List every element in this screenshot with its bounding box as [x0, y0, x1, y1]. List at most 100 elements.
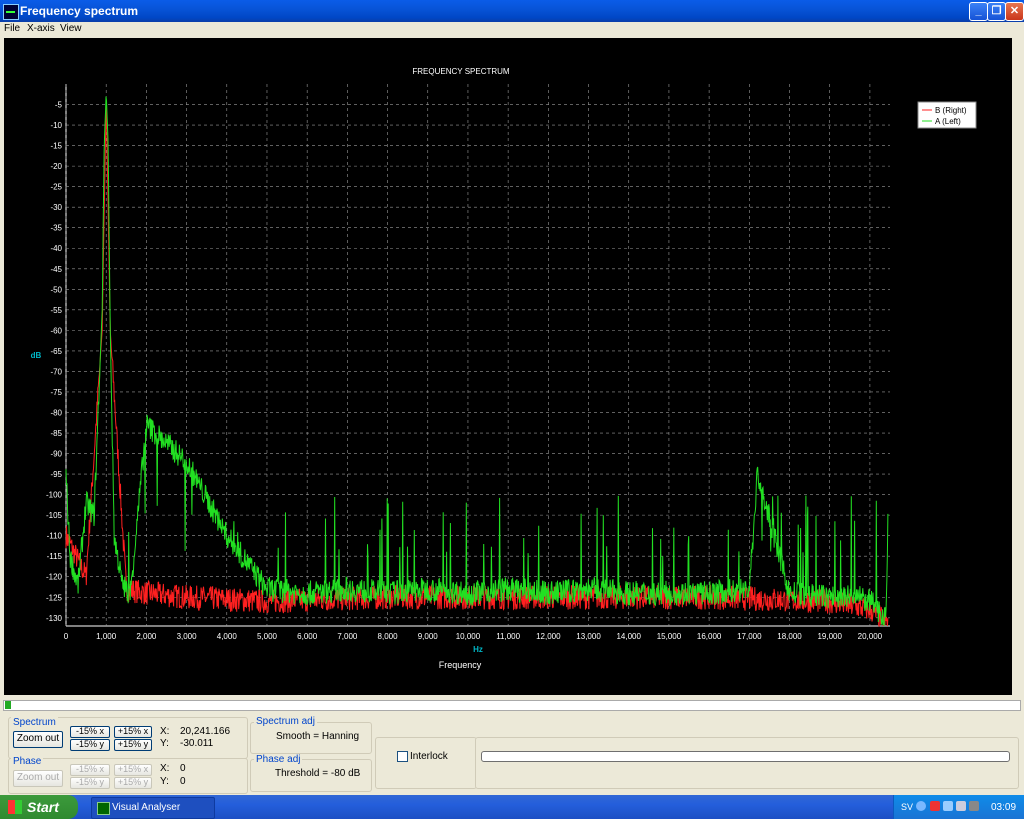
taskbar-task-label: Visual Analyser	[112, 802, 181, 813]
y-tick-label: -25	[50, 183, 62, 192]
y-tick-label: -65	[50, 347, 62, 356]
spectrum-x-label: X:	[160, 726, 170, 737]
y-tick-label: -70	[50, 367, 62, 376]
y-tick-label: -15	[50, 142, 62, 151]
spectrum-plus-y-button[interactable]: +15% y	[114, 739, 152, 751]
x-tick-label: 5,000	[257, 632, 278, 641]
x-tick-label: 9,000	[418, 632, 439, 641]
phase-x-value: 0	[180, 763, 186, 774]
x-tick-label: 4,000	[217, 632, 238, 641]
clock: 03:09	[991, 802, 1017, 813]
x-tick-label: 18,000	[777, 632, 802, 641]
windows-logo-icon	[8, 800, 22, 814]
spectrum-y-value: -30.011	[180, 738, 214, 749]
spectrum-plot-area[interactable]: 0 1,000 2,000 3,000 4,000 5,000 6,000 7,000 8,00…	[4, 38, 1012, 695]
spectrum-chart[interactable]: 0 1,000 2,000 3,000 4,000 5,000 6,000 7,000 8,00…	[4, 38, 1012, 695]
y-tick-label: -10	[50, 121, 62, 130]
y-tick-label: -75	[50, 388, 62, 397]
phase-minus-y-button[interactable]: -15% y	[70, 777, 110, 789]
x-tick-label: 11,000	[496, 632, 520, 641]
tray-volume-icon[interactable]	[969, 801, 979, 811]
x-axis-label: Frequency	[439, 660, 482, 670]
x-tick-label: 14,000	[616, 632, 641, 641]
spectrum-minus-y-button[interactable]: -15% y	[70, 739, 110, 751]
y-tick-label: -55	[50, 306, 62, 315]
y-tick-label: -120	[46, 573, 63, 582]
x-tick-label: 2,000	[136, 632, 157, 641]
y-tick-label: -5	[55, 101, 63, 110]
phase-zoom-out-button[interactable]: Zoom out	[13, 770, 63, 787]
visual-analyser-icon	[97, 802, 110, 815]
app-icon	[3, 4, 19, 20]
chart-title: FREQUENCY SPECTRUM	[412, 67, 510, 76]
y-tick-label: -20	[50, 162, 62, 171]
restore-button[interactable]: ❐	[987, 2, 1006, 21]
x-axis-unit: Hz	[473, 645, 483, 654]
tray-antivirus-icon[interactable]	[930, 801, 940, 811]
menu-x-axis[interactable]: X-axis	[27, 23, 55, 34]
y-tick-label: -60	[50, 326, 62, 335]
phase-group-title: Phase	[11, 756, 44, 767]
x-tick-label: 15,000	[657, 632, 682, 641]
y-tick-label: -100	[46, 491, 63, 500]
minimize-button[interactable]: _	[969, 2, 988, 21]
close-button[interactable]: ✕	[1005, 2, 1024, 21]
y-tick-label: -130	[46, 614, 63, 623]
y-tick-label: -35	[50, 224, 62, 233]
y-tick-label: -115	[47, 552, 63, 561]
y-tick-label: -30	[50, 203, 62, 212]
threshold-setting[interactable]: Threshold = -80 dB	[275, 768, 360, 779]
x-tick-label: 19,000	[817, 632, 842, 641]
x-tick-label: 17,000	[737, 632, 762, 641]
progress-group	[475, 737, 1019, 789]
y-tick-label: -80	[50, 408, 62, 417]
y-tick-label: -95	[50, 470, 62, 479]
spectrum-y-label: Y:	[160, 738, 169, 749]
progress-bar	[481, 751, 1010, 762]
y-tick-label: -90	[50, 450, 62, 459]
spectrum-group-title: Spectrum	[11, 717, 58, 728]
spectrum-plus-x-button[interactable]: +15% x	[114, 726, 152, 738]
y-tick-label: -125	[46, 593, 63, 602]
menu-file[interactable]: File	[4, 23, 20, 34]
start-button[interactable]: Start	[0, 795, 78, 819]
start-label: Start	[27, 799, 59, 815]
y-tick-label: -45	[50, 265, 62, 274]
x-tick-label: 10,000	[456, 632, 481, 641]
phase-y-label: Y:	[160, 776, 169, 787]
interlock-group	[375, 737, 477, 789]
series-line-left	[65, 96, 889, 627]
spectrum-minus-x-button[interactable]: -15% x	[70, 726, 110, 738]
phase-y-value: 0	[180, 776, 186, 787]
horizontal-scrollbar[interactable]	[3, 700, 1021, 711]
phase-minus-x-button[interactable]: -15% x	[70, 764, 110, 776]
taskbar-visual-analyser[interactable]: Visual Analyser	[91, 797, 215, 819]
language-indicator[interactable]: SV	[901, 802, 913, 812]
spectrum-adj-title: Spectrum adj	[254, 716, 317, 727]
tray-network-icon[interactable]	[943, 801, 953, 811]
scrollbar-thumb[interactable]	[5, 701, 11, 709]
x-tick-label: 16,000	[697, 632, 722, 641]
y-axis-label: dB	[31, 351, 42, 360]
spectrum-zoom-out-button[interactable]: Zoom out	[13, 731, 63, 748]
y-tick-label: -50	[50, 285, 62, 294]
x-tick-label: 6,000	[297, 632, 318, 641]
menu-bar: File X-axis View	[0, 22, 1024, 37]
legend-label-left: A (Left)	[935, 117, 961, 126]
smooth-setting[interactable]: Smooth = Hanning	[276, 731, 359, 742]
y-tick-label: -85	[50, 429, 62, 438]
x-tick-label: 12,000	[536, 632, 561, 641]
x-tick-label: 0	[64, 632, 69, 641]
spectrum-x-value: 20,241.166	[180, 726, 231, 737]
right-strip	[1012, 38, 1024, 695]
tray-monitor-icon[interactable]	[956, 801, 966, 811]
interlock-checkbox[interactable]	[397, 751, 408, 762]
phase-plus-x-button[interactable]: +15% x	[114, 764, 152, 776]
window-title: Frequency spectrum	[20, 4, 139, 18]
menu-view[interactable]: View	[60, 23, 82, 34]
phase-plus-y-button[interactable]: +15% y	[114, 777, 152, 789]
y-tick-label: -105	[46, 511, 63, 520]
x-tick-label: 13,000	[576, 632, 601, 641]
tray-arrow-icon[interactable]	[916, 801, 926, 811]
legend-label-right: B (Right)	[935, 106, 967, 115]
